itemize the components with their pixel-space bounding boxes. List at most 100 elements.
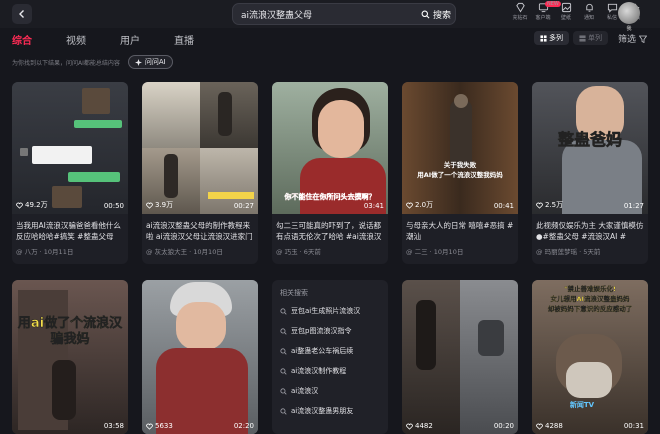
heart-icon (406, 423, 413, 430)
search-icon (280, 307, 287, 315)
video-overlay-text: 整蛊爸妈 (557, 130, 623, 150)
ask-ai-button[interactable]: 问问AI (127, 55, 173, 69)
result-tabs: 综合 视频 用户 直播 (12, 32, 228, 47)
search-icon (280, 387, 287, 395)
heart-icon (406, 202, 413, 209)
video-thumbnail[interactable]: 4482 00:20 (402, 280, 518, 434)
tab-all[interactable]: 综合 (12, 32, 66, 47)
wallpaper-icon (561, 2, 571, 13)
related-search-item[interactable]: ai整蛊老公车祸后续 (280, 344, 384, 358)
video-meta: @ 八万 · 10月11日 (16, 248, 74, 256)
notification-button[interactable]: 通知 (579, 2, 599, 21)
like-count: 3.9万 (146, 200, 173, 210)
video-thumbnail[interactable]: 用ai做了个流浪汉 骗我妈 03:58 (12, 280, 128, 434)
recharge-button[interactable]: 充钻石 (510, 2, 530, 21)
related-search-item[interactable]: 豆包p图流浪汉指令 (280, 324, 384, 338)
like-count: 5633 (146, 422, 173, 430)
like-count: 4288 (536, 422, 563, 430)
video-duration: 03:41 (363, 202, 384, 210)
grid-icon (540, 34, 547, 42)
video-overlay-text: 你不能住在你所问头去摸啊？ (284, 193, 376, 201)
multi-column-button[interactable]: 多列 (534, 31, 569, 45)
related-searches: 相关搜索 豆包ai生成照片流浪汉 豆包p图流浪汉指令 ai整蛊老公车祸后续 ai… (272, 280, 388, 434)
video-caption[interactable]: ai流浪汉整蛊父母的制作教程来啦 ai流浪汉父母让流浪汉进家门 (146, 220, 254, 242)
search-bar: 搜索 (232, 3, 456, 25)
list-icon (579, 34, 586, 42)
video-card[interactable]: 整蛊爸妈 2.5万 01:27 此视频仅娱乐为主 大家谨慎模仿●#整蛊父母 #流… (532, 82, 648, 264)
search-icon (280, 367, 287, 375)
search-icon (421, 10, 430, 18)
video-thumbnail[interactable]: 3.9万 00:27 (142, 82, 258, 214)
video-card[interactable]: 3.9万 00:27 ai流浪汉整蛊父母的制作教程来啦 ai流浪汉父母让流浪汉进… (142, 82, 258, 264)
video-meta: @ 玛丽莲梦瑶 · 5天前 (536, 248, 601, 256)
like-count: 4482 (406, 422, 433, 430)
video-duration: 00:50 (103, 202, 124, 210)
search-input[interactable] (241, 4, 411, 24)
chevron-left-icon (19, 10, 24, 18)
related-search-item[interactable]: ai流浪汉制作教程 (280, 364, 384, 378)
video-thumbnail[interactable]: 49.2万 00:50 (12, 82, 128, 214)
related-searches-title: 相关搜索 (280, 289, 308, 297)
video-caption[interactable]: 勾二三可能真的吓到了，说话都有点语无伦次了哈哈 #ai流浪汉 (276, 220, 384, 242)
heart-icon (536, 423, 543, 430)
video-caption[interactable]: 当我用AI流浪汉骗爸爸看他什么反应哈哈哈#搞笑 #整蛊父母 (16, 220, 124, 242)
tab-user[interactable]: 用户 (120, 32, 174, 47)
video-overlay-text: 用ai做了个流浪汉 骗我妈 (17, 316, 123, 348)
news-watermark: 新闻TV (569, 401, 595, 409)
search-button[interactable]: 搜索 (421, 6, 451, 22)
video-caption[interactable]: 与母亲大人的日常 嘻嘻#恶搞 #潮汕 (406, 220, 514, 242)
avatar[interactable]: 我 (618, 2, 640, 32)
diamond-icon (515, 2, 525, 13)
video-duration: 00:20 (493, 422, 514, 430)
client-button[interactable]: NEW 客户端 (533, 1, 561, 21)
video-meta: @ 二三 · 10月10日 (406, 248, 464, 256)
video-duration: 01:27 (623, 202, 644, 210)
back-button[interactable] (12, 4, 32, 24)
like-count: 2.5万 (536, 200, 563, 210)
filter-icon (639, 35, 648, 43)
video-thumbnail[interactable]: 5633 02:20 (142, 280, 258, 434)
heart-icon (146, 423, 153, 430)
tab-live[interactable]: 直播 (174, 32, 228, 47)
video-duration: 03:58 (103, 422, 124, 430)
video-duration: 00:31 (623, 422, 644, 430)
video-card[interactable]: 关于我失败 用AI做了一个流浪汉整我妈妈 2.0万 00:41 与母亲大人的日常… (402, 82, 518, 264)
search-icon (280, 347, 287, 355)
related-search-item[interactable]: 豆包ai生成照片流浪汉 (280, 304, 384, 318)
video-meta: @ 巧玉 · 6天前 (276, 248, 321, 256)
like-count: 2.0万 (406, 200, 433, 210)
video-duration: 02:20 (233, 422, 254, 430)
video-overlay-text: 关于我失败 用AI做了一个流浪汉整我妈妈 (417, 161, 503, 179)
message-icon (607, 3, 617, 13)
filter-button[interactable]: 筛选 (618, 32, 648, 45)
like-count: 49.2万 (16, 200, 48, 210)
related-search-item[interactable]: ai流浪汉整蛊男朋友 (280, 404, 384, 418)
video-thumbnail[interactable]: 关于我失败 用AI做了一个流浪汉整我妈妈 2.0万 00:41 (402, 82, 518, 214)
ai-hint-text: 为你找到以下结果，问问AI都能总结内容 (12, 59, 120, 67)
video-thumbnail[interactable]: 整蛊爸妈 2.5万 01:27 (532, 82, 648, 214)
video-meta: @ 灰太狼大王 · 10月10日 (146, 248, 223, 256)
single-column-button[interactable]: 单列 (573, 31, 608, 45)
video-caption[interactable]: 此视频仅娱乐为主 大家谨慎模仿●#整蛊父母 #流浪汉AI # (536, 220, 644, 242)
video-card[interactable]: "禁止善难娱乐化! 女儿想用AI流浪汉整蛊妈妈 却被妈妈下意识的反应感动了 新闻… (532, 280, 648, 434)
tab-video[interactable]: 视频 (66, 32, 120, 47)
video-card[interactable]: 49.2万 00:50 当我用AI流浪汉骗爸爸看他什么反应哈哈哈#搞笑 #整蛊父… (12, 82, 128, 264)
search-icon (280, 407, 287, 415)
video-duration: 00:27 (233, 202, 254, 210)
video-thumbnail[interactable]: "禁止善难娱乐化! 女儿想用AI流浪汉整蛊妈妈 却被妈妈下意识的反应感动了 新闻… (532, 280, 648, 434)
video-overlay-text: "禁止善难娱乐化! 女儿想用AI流浪汉整蛊妈妈 却被妈妈下意识的反应感动了 (547, 285, 633, 313)
top-bar: 搜索 充钻石 NEW 客户端 壁纸 通知 私信 投稿 我 (0, 0, 660, 32)
video-card[interactable]: 你不能住在你所问头去摸啊？ 03:41 勾二三可能真的吓到了，说话都有点语无伦次… (272, 82, 388, 264)
search-button-label: 搜索 (432, 10, 451, 21)
video-card[interactable]: 5633 02:20 (142, 280, 258, 434)
video-thumbnail[interactable]: 你不能住在你所问头去摸啊？ 03:41 (272, 82, 388, 214)
wallpaper-button[interactable]: 壁纸 (556, 2, 576, 21)
heart-icon (146, 202, 153, 209)
related-search-item[interactable]: ai流浪汉 (280, 384, 384, 398)
view-toggle: 多列 单列 (534, 31, 608, 45)
video-card[interactable]: 4482 00:20 (402, 280, 518, 434)
ai-hint-row: 为你找到以下结果，问问AI都能总结内容 问问AI (12, 54, 173, 70)
video-card[interactable]: 用ai做了个流浪汉 骗我妈 03:58 (12, 280, 128, 434)
heart-icon (16, 202, 23, 209)
bell-icon (585, 3, 593, 12)
